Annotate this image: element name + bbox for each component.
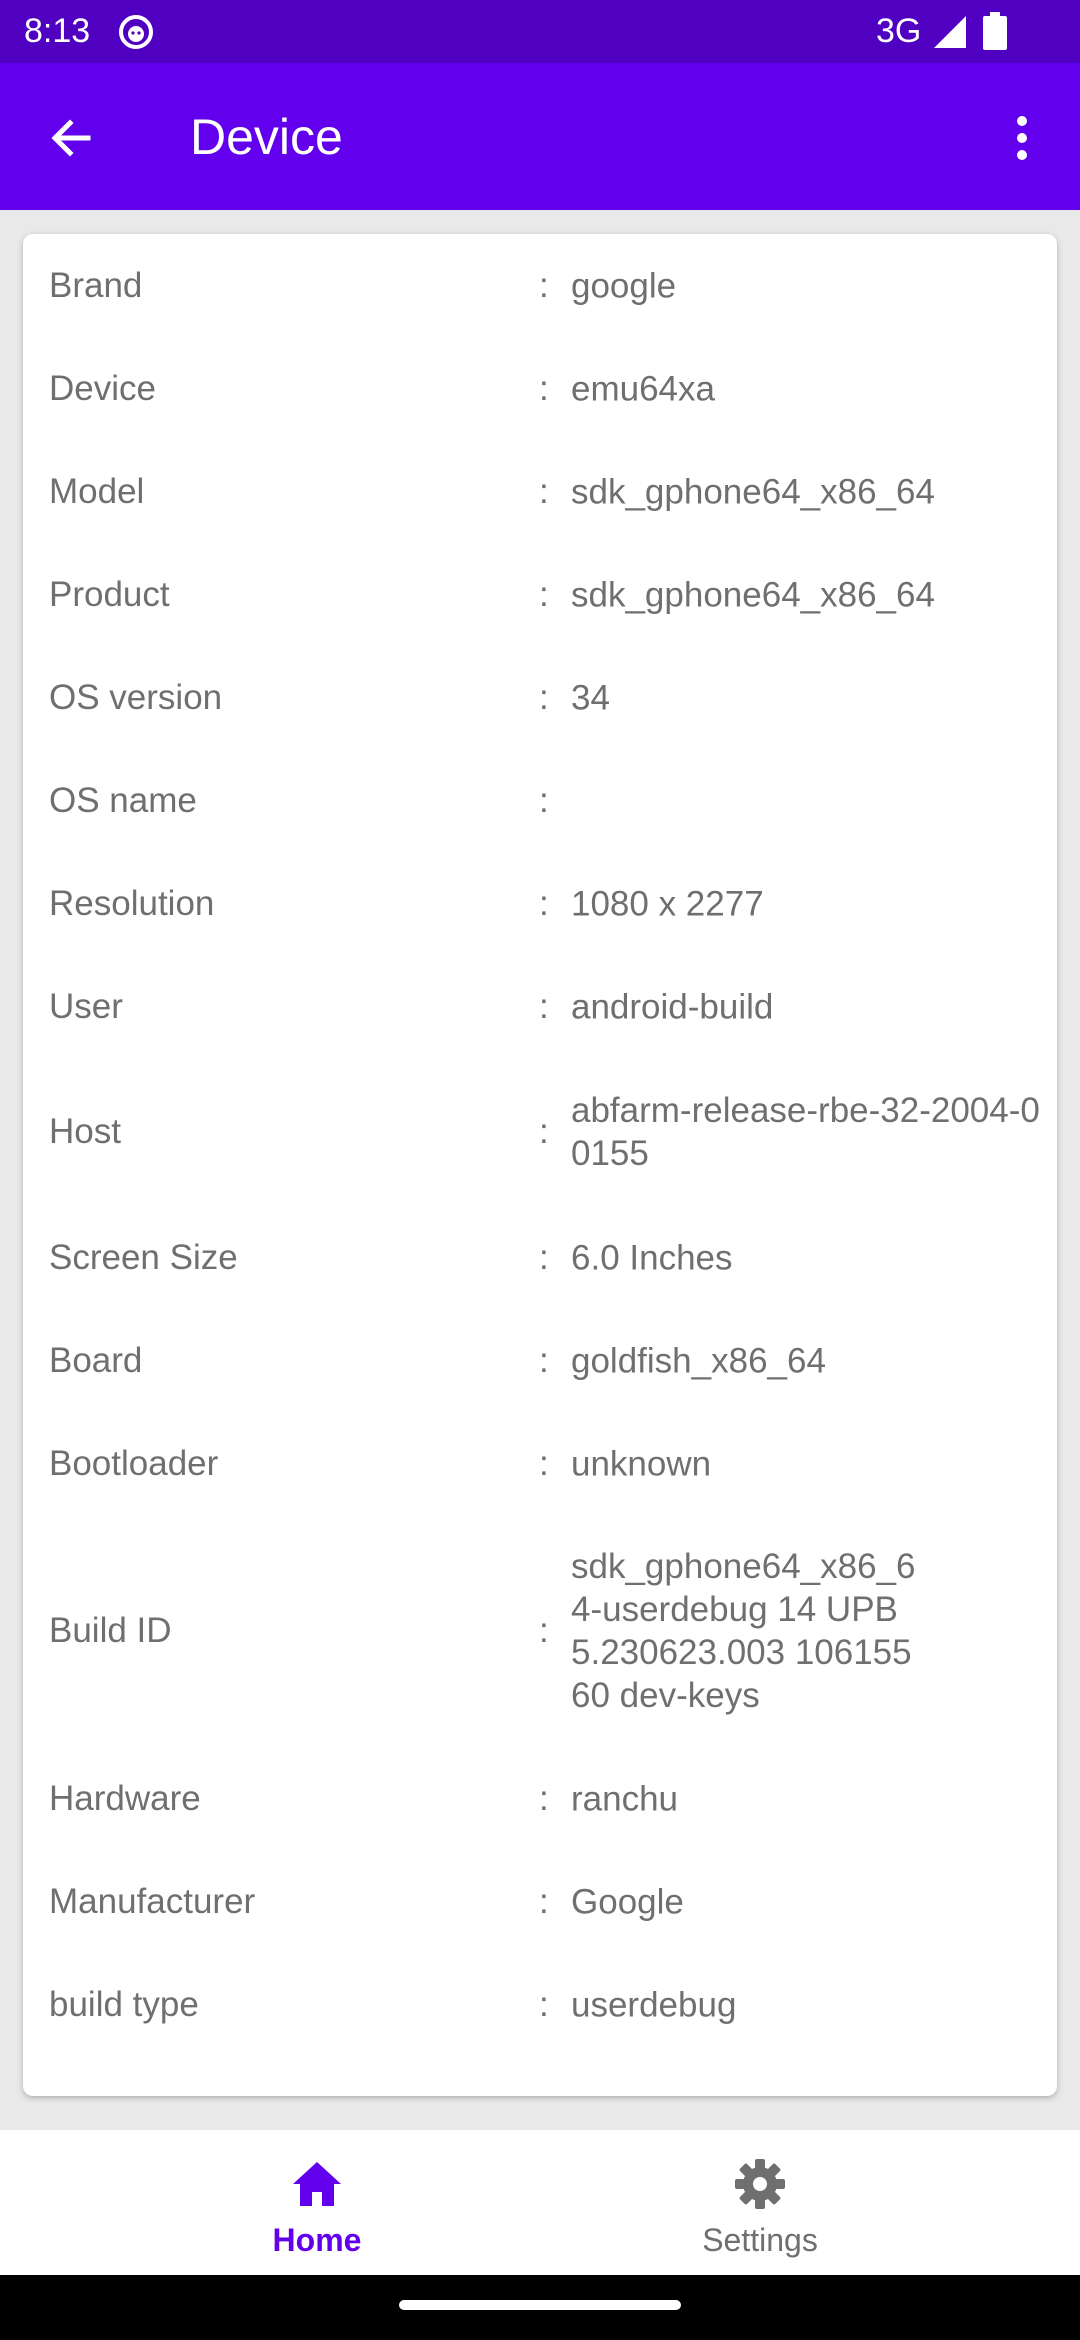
- info-row-board: Board : goldfish_x86_64: [23, 1309, 1057, 1412]
- row-value: goldfish_x86_64: [571, 1341, 826, 1380]
- row-colon: :: [539, 368, 549, 408]
- nav-item-settings[interactable]: Settings: [490, 2130, 1030, 2275]
- row-colon: :: [539, 1984, 549, 2024]
- row-colon: :: [539, 471, 549, 511]
- row-label: Hardware: [49, 1778, 201, 1818]
- signal-icon: [934, 16, 966, 48]
- row-value: abfarm-release-rbe-32-2004-00155: [571, 1091, 1040, 1173]
- battery-icon: [983, 12, 1007, 50]
- row-label: Host: [49, 1112, 121, 1151]
- device-info-card: Brand : google Device : emu64xa Model : …: [23, 234, 1057, 2096]
- row-value: sdk_gphone64_x86_64: [571, 575, 935, 614]
- info-row-product: Product : sdk_gphone64_x86_64: [23, 543, 1057, 646]
- row-colon: :: [539, 1112, 549, 1151]
- status-time: 8:13: [24, 12, 91, 50]
- info-row-bootloader: Bootloader : unknown: [23, 1412, 1057, 1515]
- row-colon: :: [539, 1611, 549, 1650]
- row-colon: :: [539, 986, 549, 1026]
- row-colon: :: [539, 1340, 549, 1380]
- app-bar: Device: [0, 63, 1080, 210]
- row-label: Product: [49, 574, 170, 614]
- row-label: Build ID: [49, 1611, 172, 1650]
- row-value: emu64xa: [571, 369, 715, 408]
- row-colon: :: [539, 265, 549, 305]
- row-colon: :: [539, 677, 549, 717]
- status-bar: 8:13 3G: [0, 0, 1080, 63]
- row-label: OS name: [49, 780, 197, 820]
- info-row-build-type: build type : userdebug: [23, 1953, 1057, 2056]
- row-value: Google: [571, 1882, 684, 1921]
- row-label: Board: [49, 1340, 143, 1380]
- row-value: 34: [571, 678, 610, 717]
- info-row-hardware: Hardware : ranchu: [23, 1747, 1057, 1850]
- info-row-host: Host : abfarm-release-rbe-32-2004-00155: [23, 1058, 1057, 1206]
- row-value: ranchu: [571, 1779, 679, 1818]
- row-value: 1080 x 2277: [571, 884, 764, 923]
- info-row-build-id: Build ID : sdk_gphone64_x86_64-userdebug…: [23, 1515, 1057, 1747]
- info-row-model: Model : sdk_gphone64_x86_64: [23, 440, 1057, 543]
- row-label: User: [49, 986, 123, 1026]
- info-row-resolution: Resolution : 1080 x 2277: [23, 852, 1057, 955]
- row-colon: :: [539, 574, 549, 614]
- row-label: Brand: [49, 265, 143, 305]
- info-row-device: Device : emu64xa: [23, 337, 1057, 440]
- info-row-user: User : android-build: [23, 955, 1057, 1058]
- back-arrow-icon[interactable]: [44, 111, 98, 165]
- info-row-manufacturer: Manufacturer : Google: [23, 1850, 1057, 1953]
- row-value: sdk_gphone64_x86_64-userdebug 14 UPB5.23…: [571, 1547, 916, 1715]
- row-label: Manufacturer: [49, 1881, 256, 1921]
- info-row-os-version: OS version : 34: [23, 646, 1057, 749]
- home-icon: [293, 2162, 341, 2206]
- row-colon: :: [539, 780, 549, 820]
- row-colon: :: [539, 883, 549, 923]
- row-colon: :: [539, 1778, 549, 1818]
- row-value: google: [571, 266, 677, 305]
- row-value: sdk_gphone64_x86_64: [571, 472, 935, 511]
- row-value: android-build: [571, 987, 774, 1026]
- row-label: Model: [49, 471, 145, 511]
- row-value: 6.0 Inches: [571, 1238, 733, 1277]
- row-value: userdebug: [571, 1985, 737, 2024]
- row-label: Device: [49, 368, 156, 408]
- cat-notification-icon: [119, 15, 153, 49]
- system-navigation-bar: [0, 2275, 1080, 2340]
- row-colon: :: [539, 1881, 549, 1921]
- nav-label-settings: Settings: [702, 2222, 818, 2258]
- info-row-brand: Brand : google: [23, 234, 1057, 337]
- bottom-navigation: Home Settings: [0, 2130, 1080, 2275]
- row-label: build type: [49, 1984, 199, 2024]
- network-type: 3G: [876, 12, 922, 50]
- page-title: Device: [190, 109, 343, 165]
- gesture-handle[interactable]: [399, 2300, 681, 2310]
- more-options-icon[interactable]: [1000, 111, 1044, 165]
- row-value: unknown: [571, 1444, 712, 1483]
- row-label: OS version: [49, 677, 223, 717]
- row-colon: :: [539, 1237, 549, 1277]
- row-label: Bootloader: [49, 1443, 219, 1483]
- row-colon: :: [539, 1443, 549, 1483]
- info-row-os-name: OS name :: [23, 749, 1057, 852]
- info-row-screen-size: Screen Size : 6.0 Inches: [23, 1206, 1057, 1309]
- row-label: Screen Size: [49, 1237, 238, 1277]
- row-label: Resolution: [49, 883, 215, 923]
- gear-icon: [735, 2159, 785, 2209]
